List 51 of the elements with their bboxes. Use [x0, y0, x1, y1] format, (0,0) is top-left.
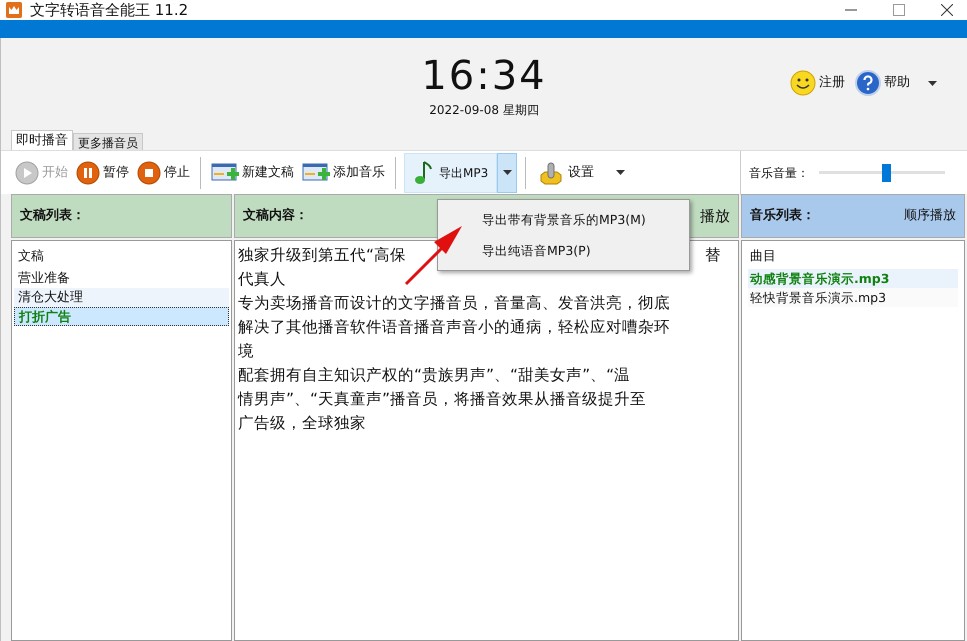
content-line: 代真人: [238, 269, 287, 290]
toolbar-button[interactable]: 新建文稿: [207, 152, 298, 192]
content-line: 替: [705, 245, 721, 266]
stop-icon: [137, 160, 161, 184]
close-icon[interactable]: [941, 4, 953, 16]
caret-icon: [616, 170, 626, 175]
export-mp3-button[interactable]: 导出MP3: [404, 152, 498, 192]
toolbar-button[interactable]: 暂停: [72, 152, 133, 192]
panel-title: 文稿内容：: [243, 206, 308, 226]
smiley-icon: [790, 70, 816, 96]
script-item[interactable]: 打折广告: [14, 307, 229, 326]
panel-title: 文稿列表：: [20, 206, 85, 226]
header-link[interactable]: 注册: [790, 70, 845, 96]
content-line: 独家升级到第五代“高保: [238, 245, 406, 266]
export-dropdown-button[interactable]: [497, 152, 518, 192]
play-mode-link[interactable]: 顺序播放: [904, 206, 956, 226]
content-line: 配套拥有自主知识产权的“贵族男声”、“甜美女声”、“温: [238, 365, 632, 386]
content-line: 境: [238, 341, 255, 362]
column-heading: 曲目: [749, 248, 777, 266]
tab[interactable]: 即时播音: [11, 130, 73, 150]
content-line: 解决了其他播音软件语音播音声音小的通病，轻松应对嘈杂环: [238, 317, 671, 338]
play-icon: [15, 160, 39, 184]
content-line: 广告级，全球独家: [238, 413, 367, 434]
document-add-icon: [211, 162, 239, 184]
tab[interactable]: 更多播音员: [73, 133, 143, 150]
music-item[interactable]: 轻快背景音乐演示.mp3: [748, 288, 958, 307]
help-icon: [855, 70, 881, 96]
play-link[interactable]: 播放: [700, 204, 730, 228]
script-item[interactable]: 清仓大处理: [14, 288, 229, 307]
music-item[interactable]: 动感背景音乐演示.mp3: [748, 269, 958, 288]
volume-label: 音乐音量：: [749, 164, 809, 182]
document-add-icon: [302, 162, 330, 184]
script-item[interactable]: 营业准备: [14, 269, 229, 288]
toolbar-button[interactable]: 添加音乐: [298, 152, 389, 192]
caret-icon: [502, 170, 512, 175]
menu-item[interactable]: 导出带有背景音乐的MP3(M): [438, 204, 689, 235]
column-heading: 文稿: [17, 248, 45, 266]
settings-button[interactable]: 设置: [532, 152, 632, 192]
clock-date: 2022-09-08 星期四: [429, 104, 539, 116]
maximize-icon[interactable]: [893, 4, 905, 16]
header-link[interactable]: 帮助: [855, 70, 910, 96]
panel-title: 音乐列表：: [750, 206, 815, 226]
window-title: 文字转语音全能王 11.2: [30, 2, 188, 18]
music-note-icon: [413, 160, 435, 186]
gear-icon: [538, 160, 564, 186]
dropdown-caret-icon: [928, 80, 937, 86]
content-line: 情男声”、“天真童声”播音员，将播音效果从播音级提升至: [238, 389, 648, 410]
pause-icon: [76, 160, 100, 184]
content-line: 专为卖场播音而设计的文字播音员，音量高、发音洪亮，彻底: [238, 293, 671, 314]
toolbar-button[interactable]: 停止: [133, 152, 194, 192]
clock-time: 16:34: [421, 54, 547, 98]
